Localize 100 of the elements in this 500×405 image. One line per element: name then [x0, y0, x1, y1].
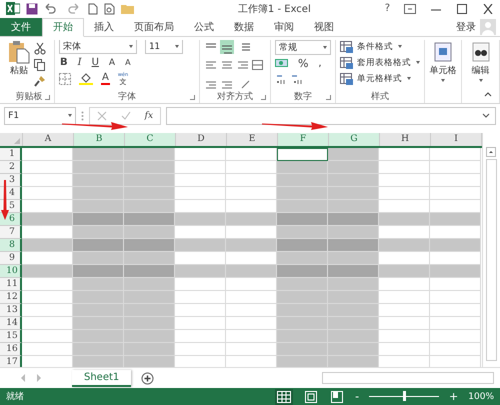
cell[interactable] [379, 278, 430, 291]
column-header[interactable]: B [74, 132, 125, 146]
selected-cell[interactable] [328, 278, 379, 291]
selected-cell[interactable] [73, 356, 124, 368]
selected-cell[interactable] [277, 356, 328, 368]
cell[interactable] [379, 186, 430, 200]
alignment-buttons-drawing[interactable] [204, 40, 266, 90]
bold-button[interactable]: B [59, 57, 69, 68]
selected-cell[interactable] [328, 290, 379, 304]
selected-cell[interactable] [22, 264, 73, 278]
selected-cell[interactable] [430, 264, 481, 278]
dialog-launcher-icon[interactable] [326, 94, 331, 100]
dialog-launcher-icon[interactable] [45, 94, 50, 100]
selected-cell[interactable] [175, 264, 226, 278]
cell[interactable] [175, 160, 226, 174]
row-header[interactable]: 1 [0, 148, 22, 161]
selected-cell[interactable] [22, 238, 73, 252]
cell[interactable] [379, 174, 430, 187]
column-header[interactable]: H [380, 132, 431, 146]
selected-cell[interactable] [379, 238, 430, 252]
selected-cell[interactable] [328, 264, 379, 278]
row-header[interactable]: 10 [0, 264, 22, 278]
column-header[interactable]: G [329, 132, 380, 146]
selected-cell[interactable] [277, 290, 328, 304]
sheet-tab[interactable]: Sheet1 [72, 370, 132, 387]
row-header[interactable]: 15 [0, 330, 22, 343]
editing-button[interactable]: 编辑 [466, 42, 495, 82]
zoom-level[interactable]: 100% [468, 392, 494, 402]
selected-cell[interactable] [175, 212, 226, 226]
cell[interactable] [430, 330, 481, 343]
selected-cell[interactable] [124, 278, 175, 291]
selected-cell[interactable] [226, 212, 277, 226]
selected-cell[interactable] [73, 342, 124, 356]
selected-cell[interactable] [124, 226, 175, 239]
cell[interactable] [430, 304, 481, 317]
cell[interactable] [430, 316, 481, 330]
column-header[interactable]: E [227, 132, 278, 146]
row-header[interactable]: 14 [0, 316, 22, 330]
zoom-out-button[interactable]: - [355, 390, 360, 404]
styles-menu-button[interactable]: 条件格式 [340, 40, 420, 54]
fill-color-icon[interactable] [79, 72, 93, 86]
active-cell[interactable] [277, 148, 328, 161]
row-header[interactable]: 12 [0, 290, 22, 304]
styles-menu-button[interactable]: 单元格样式 [340, 72, 420, 86]
ribbon-tab[interactable]: 公式 [184, 18, 224, 36]
name-box[interactable]: F1 [4, 106, 76, 125]
enter-icon[interactable] [120, 110, 131, 121]
increase-font-button[interactable]: A [108, 58, 116, 68]
cell[interactable] [430, 160, 481, 174]
selected-cell[interactable] [328, 148, 379, 161]
cell[interactable] [379, 160, 430, 174]
cell[interactable] [430, 186, 481, 200]
cell[interactable] [175, 316, 226, 330]
cell[interactable] [175, 174, 226, 187]
selected-cell[interactable] [328, 212, 379, 226]
page-layout-icon[interactable] [303, 388, 320, 405]
cut-icon[interactable] [34, 42, 46, 55]
row-header[interactable]: 2 [0, 160, 22, 174]
dialog-launcher-icon[interactable] [190, 94, 195, 100]
selected-cell[interactable] [277, 342, 328, 356]
folder-icon[interactable] [121, 3, 134, 14]
ribbon-tab[interactable]: 开始 [42, 18, 84, 37]
previous-sheet-icon[interactable] [20, 374, 26, 382]
selected-cell[interactable] [73, 160, 124, 174]
selected-cell[interactable] [73, 264, 124, 278]
selected-cell[interactable] [124, 186, 175, 200]
cell[interactable] [175, 148, 226, 161]
cell[interactable] [430, 174, 481, 187]
row-header[interactable]: 16 [0, 342, 22, 356]
column-header[interactable]: I [431, 132, 482, 146]
cell[interactable] [430, 148, 481, 161]
cell[interactable] [379, 316, 430, 330]
file-tab[interactable]: 文件 [0, 18, 42, 36]
ribbon-display-icon[interactable] [404, 4, 416, 14]
selected-cell[interactable] [328, 356, 379, 368]
maximize-icon[interactable] [456, 4, 468, 14]
selected-cell[interactable] [328, 174, 379, 187]
selected-cell[interactable] [226, 238, 277, 252]
italic-button[interactable]: I [76, 57, 83, 68]
selected-cell[interactable] [73, 174, 124, 187]
selected-cell[interactable] [277, 200, 328, 213]
cancel-icon[interactable] [96, 110, 107, 121]
row-header[interactable]: 17 [0, 356, 22, 368]
selected-cell[interactable] [124, 148, 175, 161]
selected-cell[interactable] [277, 264, 328, 278]
column-header[interactable]: A [23, 132, 74, 146]
add-sheet-icon[interactable] [141, 372, 154, 385]
selected-cell[interactable] [328, 160, 379, 174]
cell[interactable] [430, 278, 481, 291]
selected-cell[interactable] [328, 238, 379, 252]
scroll-up-icon[interactable] [486, 146, 496, 157]
selected-cell[interactable] [73, 252, 124, 265]
zoom-slider-thumb[interactable] [403, 391, 406, 402]
selected-cell[interactable] [124, 200, 175, 213]
selected-cell[interactable] [328, 226, 379, 239]
selected-cell[interactable] [277, 278, 328, 291]
selected-cell[interactable] [328, 316, 379, 330]
selected-cell[interactable] [124, 238, 175, 252]
select-all-corner[interactable] [0, 132, 23, 146]
selected-cell[interactable] [73, 148, 124, 161]
